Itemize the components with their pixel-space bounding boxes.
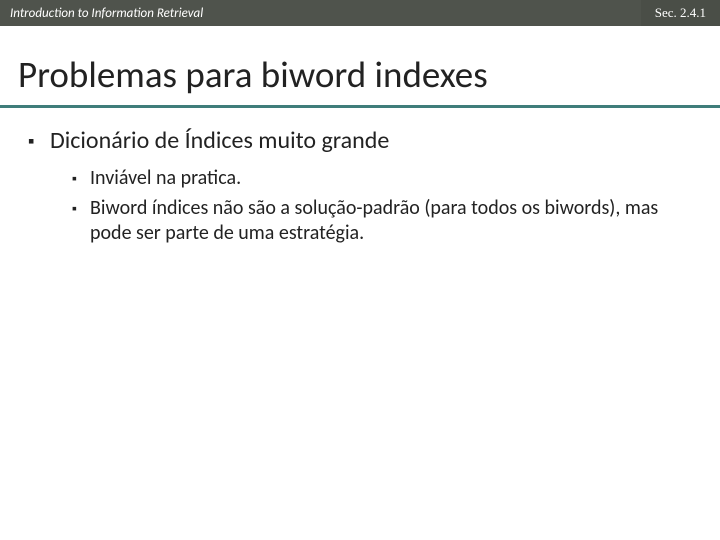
list-item: ▪ Dicionário de Índices muito grande: [28, 126, 692, 156]
slide-title: Problemas para biword indexes: [0, 26, 720, 105]
bullet-marker-icon: ▪: [72, 196, 90, 222]
bullet-text: Inviável na pratica.: [90, 166, 692, 191]
slide-content: ▪ Dicionário de Índices muito grande ▪ I…: [0, 108, 720, 246]
bullet-text: Biword índices não são a solução-padrão …: [90, 196, 692, 246]
list-item: ▪ Inviável na pratica.: [72, 166, 692, 192]
header-left-title: Introduction to Information Retrieval: [0, 0, 641, 26]
list-item: ▪ Biword índices não são a solução-padrã…: [72, 196, 692, 246]
bullet-marker-icon: ▪: [28, 126, 50, 156]
header-bar: Introduction to Information Retrieval Se…: [0, 0, 720, 26]
header-section-label: Sec. 2.4.1: [641, 0, 720, 26]
bullet-text: Dicionário de Índices muito grande: [50, 126, 692, 155]
bullet-marker-icon: ▪: [72, 166, 90, 192]
